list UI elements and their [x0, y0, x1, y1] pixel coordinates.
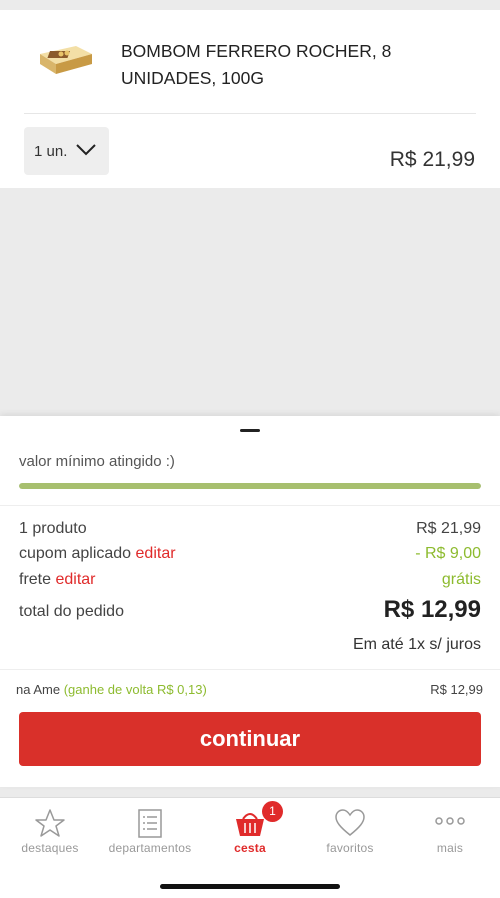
tab-label: mais: [436, 841, 464, 855]
coupon-value: - R$ 9,00: [415, 545, 481, 562]
total-value: R$ 12,99: [383, 596, 481, 623]
more-icon: [435, 817, 465, 825]
ame-cashback: (ganhe de volta R$ 0,13): [63, 682, 207, 697]
progress-fill: [19, 483, 481, 489]
products-value: R$ 21,99: [416, 520, 481, 537]
tab-mais[interactable]: mais: [400, 798, 500, 866]
tab-cesta[interactable]: cesta: [200, 798, 300, 866]
ame-label: na Ame: [16, 682, 61, 697]
products-row: 1 produto R$ 21,99: [19, 520, 481, 538]
divider: [0, 505, 500, 506]
top-strip: [0, 0, 500, 10]
coupon-row: cupom aplicado editar - R$ 9,00: [19, 545, 481, 563]
coupon-label: cupom aplicado: [19, 545, 132, 562]
chevron-down-icon: [76, 144, 96, 156]
product-name: BOMBOM FERRERO ROCHER, 8 UNIDADES, 100G: [121, 41, 392, 88]
bottom-tab-bar: destaques departamentos cesta 1 favorito…: [0, 797, 500, 898]
minimum-value-progress: [19, 483, 481, 489]
edit-shipping-link[interactable]: editar: [55, 571, 95, 588]
minimum-value-message: valor mínimo atingido :): [19, 453, 175, 470]
list-icon: [138, 809, 162, 838]
divider: [24, 113, 476, 114]
product-price: R$ 21,99: [389, 148, 475, 171]
tab-label: departamentos: [108, 841, 192, 855]
tab-destaques[interactable]: destaques: [0, 798, 100, 866]
installments-text: Em até 1x s/ juros: [352, 636, 481, 653]
shipping-row: frete editar grátis: [19, 571, 481, 589]
star-icon: [35, 809, 65, 837]
total-label: total do pedido: [19, 603, 124, 620]
ame-value: R$ 12,99: [430, 682, 483, 697]
divider: [0, 669, 500, 670]
quantity-select[interactable]: 1 un.: [24, 127, 109, 175]
home-indicator: [160, 884, 340, 889]
drag-handle[interactable]: [240, 429, 260, 432]
shipping-label: frete: [19, 571, 52, 588]
order-summary-panel: valor mínimo atingido :) 1 produto R$ 21…: [0, 416, 500, 787]
tab-label: favoritos: [326, 841, 374, 855]
edit-coupon-link[interactable]: editar: [136, 545, 176, 562]
tab-label: destaques: [21, 841, 79, 855]
tab-departamentos[interactable]: departamentos: [100, 798, 200, 866]
cart-count-badge: 1: [262, 801, 283, 822]
quantity-value: 1 un.: [34, 142, 68, 160]
shipping-value: grátis: [441, 571, 481, 588]
tab-label: cesta: [234, 841, 266, 855]
products-label: 1 produto: [19, 520, 87, 537]
tab-favoritos[interactable]: favoritos: [300, 798, 400, 866]
ame-row: na Ame (ganhe de volta R$ 0,13) R$ 12,99: [16, 682, 483, 697]
heart-icon: [335, 809, 365, 836]
product-card: BOMBOM FERRERO ROCHER, 8 UNIDADES, 100G …: [0, 10, 500, 188]
product-image[interactable]: [36, 40, 94, 80]
continue-button[interactable]: continuar: [19, 712, 481, 766]
